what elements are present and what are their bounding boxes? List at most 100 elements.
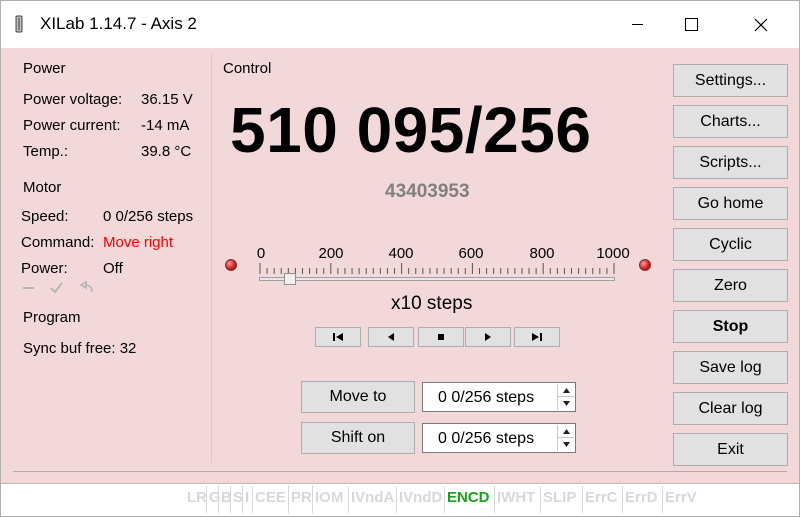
bottom-separator (13, 471, 787, 472)
exit-button[interactable]: Exit (673, 433, 788, 466)
status-separator (662, 486, 663, 513)
power-title: Power (23, 60, 66, 77)
status-flag: ErrC (585, 489, 618, 506)
status-flag: SLIP (543, 489, 577, 506)
command-label: Command: (21, 234, 95, 251)
status-separator (242, 486, 243, 513)
spin-down-icon[interactable] (557, 397, 574, 410)
spin-up-icon[interactable] (557, 384, 574, 397)
stop-icon (438, 334, 444, 340)
scale-label: 0 (256, 245, 266, 262)
save-log-button[interactable]: Save log (673, 351, 788, 384)
jog-slider-track[interactable] (259, 277, 615, 281)
right-limit-led (639, 259, 651, 271)
move-to-spinner[interactable] (557, 384, 574, 410)
scale-label: 1000 (596, 245, 630, 262)
jog-slider-thumb[interactable] (283, 273, 296, 285)
step-multiplier-label: x10 steps (391, 293, 473, 314)
status-separator (396, 486, 397, 513)
move-to-value: 0 0/256 steps (438, 389, 535, 406)
program-title: Program (23, 309, 81, 326)
scale-label: 600 (458, 245, 484, 262)
status-flag: IWHT (497, 489, 536, 506)
status-separator (582, 486, 583, 513)
control-title: Control (223, 60, 272, 77)
go-left-limit-button[interactable] (315, 327, 361, 347)
status-separator (218, 486, 219, 513)
power-voltage-label: Power voltage: (23, 91, 123, 108)
shift-on-button[interactable]: Shift on (301, 422, 415, 454)
status-flag: ENCD (447, 489, 490, 506)
close-icon (754, 18, 768, 31)
settings-button[interactable]: Settings... (673, 64, 788, 97)
status-separator (348, 486, 349, 513)
status-separator (494, 486, 495, 513)
temp-value: 39.8 °C (141, 143, 192, 160)
panel-divider (211, 53, 212, 463)
speed-label: Speed: (21, 208, 69, 225)
stop-small-button[interactable] (418, 327, 464, 347)
left-limit-led (225, 259, 237, 271)
spin-up-icon[interactable] (557, 425, 574, 438)
sync-buf-label: Sync buf free: 32 (23, 340, 137, 357)
status-flag: IVndA (351, 489, 395, 506)
minimize-button[interactable] (614, 1, 660, 48)
title-bar: XILab 1.14.7 - Axis 2 (1, 1, 799, 48)
status-separator (540, 486, 541, 513)
status-separator (622, 486, 623, 513)
status-flag: CEE (255, 489, 286, 506)
move-to-field[interactable]: 0 0/256 steps (422, 382, 576, 412)
play-right-icon (485, 333, 491, 341)
zero-button[interactable]: Zero (673, 269, 788, 302)
scripts-button[interactable]: Scripts... (673, 146, 788, 179)
scale-label: 800 (529, 245, 555, 262)
skip-forward-icon (532, 333, 542, 341)
scale-label: 200 (318, 245, 344, 262)
status-separator (206, 486, 207, 513)
motor-status-icons (21, 280, 101, 300)
main-window: XILab 1.14.7 - Axis 2 Power Power voltag… (0, 0, 800, 517)
encoder-readout: 43403953 (385, 181, 470, 202)
status-flag: PR (291, 489, 312, 506)
motor-title: Motor (23, 179, 62, 196)
shift-on-spinner[interactable] (557, 425, 574, 451)
go-home-button[interactable]: Go home (673, 187, 788, 220)
skip-back-icon (333, 333, 343, 341)
status-flag: ErrD (625, 489, 658, 506)
position-readout: 510 095/256 (230, 94, 592, 166)
scale-ticks (259, 263, 615, 274)
status-separator (252, 486, 253, 513)
status-flag: IVndD (399, 489, 443, 506)
maximize-icon (684, 18, 698, 31)
move-left-button[interactable] (368, 327, 414, 347)
move-right-button[interactable] (465, 327, 511, 347)
maximize-button[interactable] (668, 1, 714, 48)
status-flag: I (245, 489, 250, 506)
status-separator (288, 486, 289, 513)
status-separator (312, 486, 313, 513)
status-flag: LR (187, 489, 207, 506)
speed-value: 0 0/256 steps (103, 208, 194, 225)
shift-on-field[interactable]: 0 0/256 steps (422, 423, 576, 453)
close-button[interactable] (738, 1, 784, 48)
app-icon (14, 14, 24, 34)
stop-button[interactable]: Stop (673, 310, 788, 343)
scale-label: 400 (388, 245, 414, 262)
status-flag: IOM (315, 489, 344, 506)
charts-button[interactable]: Charts... (673, 105, 788, 138)
motor-power-value: Off (103, 260, 123, 277)
status-flag: ErrV (665, 489, 697, 506)
minimize-icon (631, 24, 643, 25)
window-title: XILab 1.14.7 - Axis 2 (40, 14, 197, 33)
go-right-limit-button[interactable] (514, 327, 560, 347)
power-voltage-value: 36.15 V (141, 91, 193, 108)
motor-power-label: Power: (21, 260, 68, 277)
power-current-label: Power current: (23, 117, 121, 134)
move-to-button[interactable]: Move to (301, 381, 415, 413)
status-separator (230, 486, 231, 513)
spin-down-icon[interactable] (557, 438, 574, 451)
cyclic-button[interactable]: Cyclic (673, 228, 788, 261)
clear-log-button[interactable]: Clear log (673, 392, 788, 425)
play-left-icon (388, 333, 394, 341)
command-value: Move right (103, 234, 174, 251)
